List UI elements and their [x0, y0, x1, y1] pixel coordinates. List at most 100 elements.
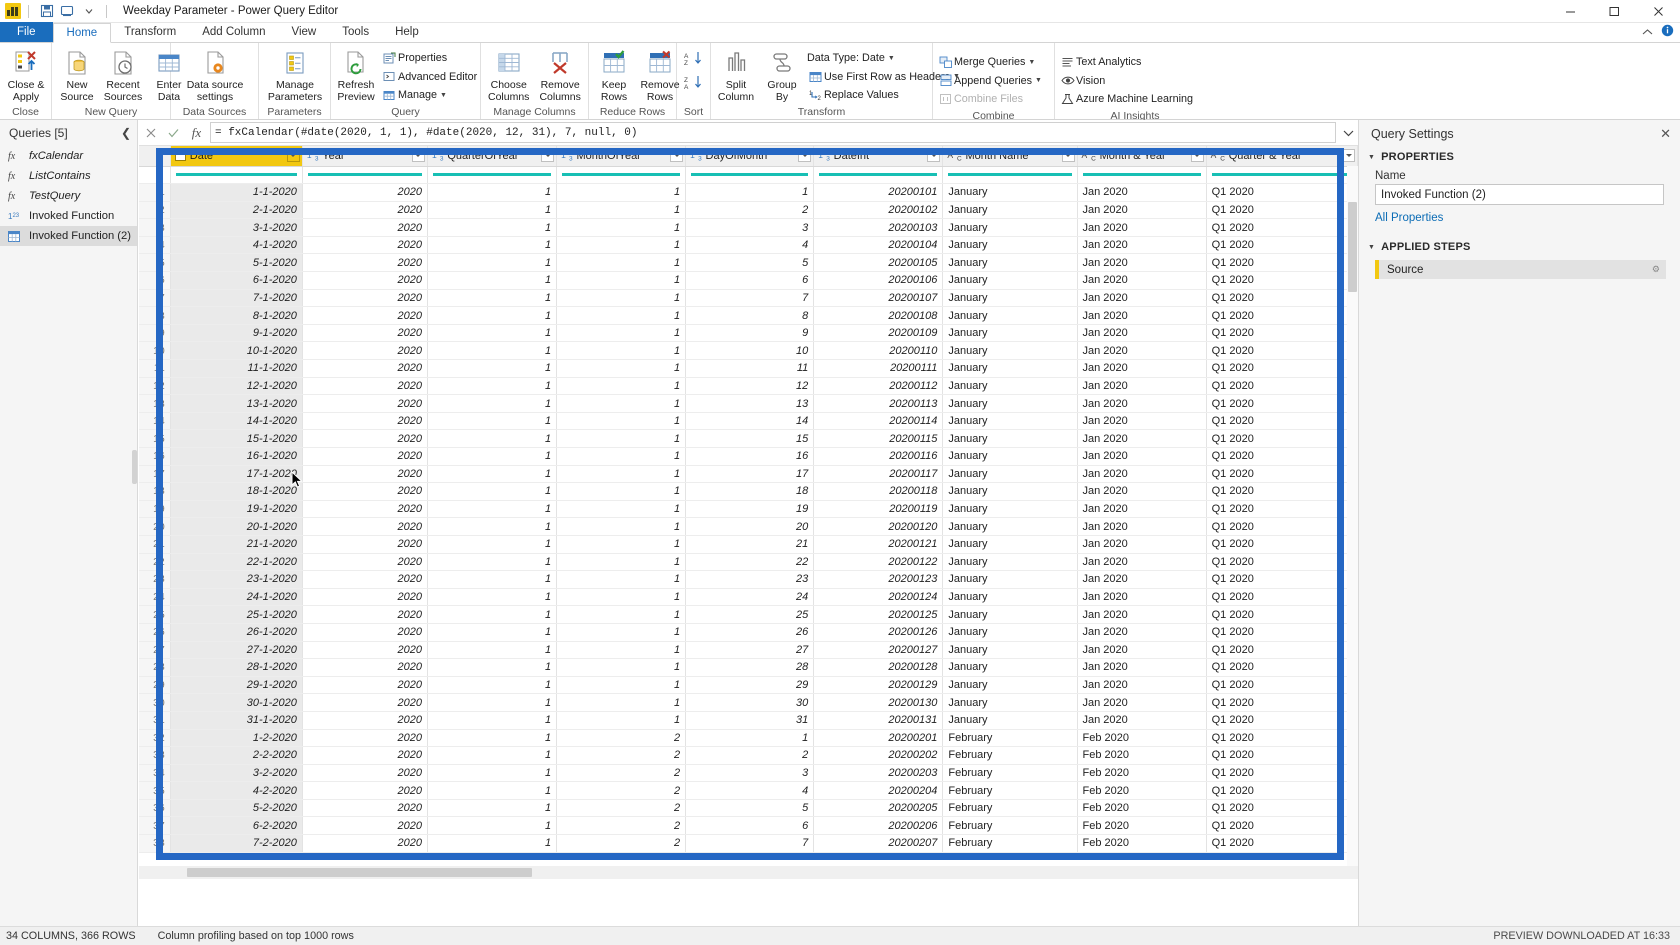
text-analytics-button[interactable]: Text Analytics	[1057, 53, 1197, 72]
remove-columns-button[interactable]: Remove Columns	[534, 47, 585, 103]
column-filter-dropdown[interactable]	[670, 149, 684, 163]
table-cell-monthofyear[interactable]: 1	[556, 465, 687, 484]
table-cell-date[interactable]: 23-1-2020	[170, 570, 303, 589]
pane-splitter-handle[interactable]	[132, 450, 137, 484]
table-cell-monthofyear[interactable]: 1	[556, 324, 687, 343]
table-cell-quarteryear[interactable]: Q1 2020	[1206, 535, 1358, 554]
table-cell-monthyear[interactable]: Jan 2020	[1077, 623, 1207, 642]
table-cell-monthyear[interactable]: Feb 2020	[1077, 764, 1207, 783]
table-cell-quarteryear[interactable]: Q1 2020	[1206, 641, 1358, 660]
table-row[interactable]: 20 20-1-2020 2020 1 1 20 20200120 January Jan 20…	[139, 517, 1358, 536]
table-cell-monthofyear[interactable]: 1	[556, 676, 687, 695]
table-cell-quarteryear[interactable]: Q1 2020	[1206, 412, 1358, 431]
table-cell-dayofmonth[interactable]: 6	[685, 816, 815, 836]
table-cell-date[interactable]: 5-2-2020	[170, 799, 303, 818]
table-cell-year[interactable]: 2020	[302, 693, 428, 712]
table-cell-monthofyear[interactable]: 2	[556, 729, 687, 748]
table-cell-dateint[interactable]: 20200119	[813, 500, 944, 519]
table-cell-quarteryear[interactable]: Q1 2020	[1206, 711, 1358, 730]
table-cell-date[interactable]: 12-1-2020	[170, 377, 303, 396]
table-cell-quarterofyear[interactable]: 1	[427, 359, 558, 378]
properties-section-header[interactable]: ▼ PROPERTIES	[1359, 148, 1680, 166]
table-cell-date[interactable]: 31-1-2020	[170, 711, 303, 730]
table-cell-monthname[interactable]: January	[942, 676, 1078, 695]
table-cell-dayofmonth[interactable]: 2	[685, 201, 815, 220]
table-cell-monthyear[interactable]: Jan 2020	[1077, 588, 1207, 607]
table-cell-quarteryear[interactable]: Q1 2020	[1206, 658, 1358, 677]
table-cell-date[interactable]: 26-1-2020	[170, 623, 303, 642]
maximize-button[interactable]	[1592, 0, 1636, 23]
table-cell-year[interactable]: 2020	[302, 341, 428, 361]
table-cell-dayofmonth[interactable]: 4	[685, 781, 815, 800]
table-cell-dayofmonth[interactable]: 7	[685, 289, 815, 308]
chevron-down-icon[interactable]	[1338, 121, 1358, 145]
table-cell-monthyear[interactable]: Jan 2020	[1077, 447, 1207, 466]
table-row[interactable]: 30 30-1-2020 2020 1 1 30 20200130 January Jan 20…	[139, 693, 1358, 712]
table-cell-dateint[interactable]: 20200115	[813, 429, 944, 448]
table-cell-monthyear[interactable]: Jan 2020	[1077, 271, 1207, 290]
table-cell-monthofyear[interactable]: 1	[556, 658, 687, 677]
table-cell-quarteryear[interactable]: Q1 2020	[1206, 359, 1358, 378]
table-row[interactable]: 16 16-1-2020 2020 1 1 16 20200116 January Jan 20…	[139, 447, 1358, 466]
table-cell-monthyear[interactable]: Jan 2020	[1077, 236, 1207, 255]
table-cell-dayofmonth[interactable]: 27	[685, 641, 815, 660]
table-cell-monthname[interactable]: January	[942, 517, 1078, 536]
table-cell-date[interactable]: 27-1-2020	[170, 641, 303, 660]
table-cell-quarteryear[interactable]: Q1 2020	[1206, 377, 1358, 396]
table-cell-quarterofyear[interactable]: 1	[427, 834, 558, 853]
table-cell-date[interactable]: 4-1-2020	[170, 236, 303, 255]
table-cell-monthname[interactable]: January	[942, 553, 1078, 572]
table-cell-quarterofyear[interactable]: 1	[427, 764, 558, 783]
manage-button[interactable]: Manage ▼	[379, 86, 481, 105]
table-cell-monthyear[interactable]: Jan 2020	[1077, 324, 1207, 343]
table-cell-monthyear[interactable]: Feb 2020	[1077, 729, 1207, 748]
table-cell-monthofyear[interactable]: 1	[556, 377, 687, 396]
table-cell-quarterofyear[interactable]: 1	[427, 377, 558, 396]
table-cell-quarterofyear[interactable]: 1	[427, 482, 558, 501]
table-cell-monthname[interactable]: January	[942, 482, 1078, 501]
close-icon[interactable]: ✕	[1660, 126, 1671, 142]
manage-parameters-button[interactable]: Manage Parameters	[261, 47, 329, 103]
table-row[interactable]: 37 6-2-2020 2020 1 2 6 20200206 February Feb 202…	[139, 816, 1358, 836]
table-row[interactable]: 27 27-1-2020 2020 1 1 27 20200127 January Jan 20…	[139, 641, 1358, 660]
table-cell-monthyear[interactable]: Jan 2020	[1077, 570, 1207, 589]
table-row[interactable]: 6 6-1-2020 2020 1 1 6 20200106 January Jan 2020 Q…	[139, 271, 1358, 290]
table-cell-quarterofyear[interactable]: 1	[427, 324, 558, 343]
table-cell-monthofyear[interactable]: 1	[556, 517, 687, 536]
table-cell-monthofyear[interactable]: 2	[556, 781, 687, 800]
table-cell-monthofyear[interactable]: 1	[556, 271, 687, 290]
table-cell-date[interactable]: 3-1-2020	[170, 218, 303, 237]
table-cell-quarterofyear[interactable]: 1	[427, 676, 558, 695]
gear-icon[interactable]: ⚙	[1652, 264, 1660, 275]
table-cell-dayofmonth[interactable]: 4	[685, 236, 815, 255]
table-cell-monthname[interactable]: January	[942, 588, 1078, 607]
table-cell-monthname[interactable]: February	[942, 764, 1078, 783]
table-cell-quarteryear[interactable]: Q1 2020	[1206, 271, 1358, 290]
table-row[interactable]: 32 1-2-2020 2020 1 2 1 20200201 February Feb 202…	[139, 729, 1358, 748]
table-cell-dayofmonth[interactable]: 29	[685, 676, 815, 695]
table-cell-date[interactable]: 6-1-2020	[170, 271, 303, 290]
table-cell-quarteryear[interactable]: Q1 2020	[1206, 623, 1358, 642]
table-cell-dateint[interactable]: 20200120	[813, 517, 944, 536]
table-cell-monthyear[interactable]: Jan 2020	[1077, 482, 1207, 501]
table-cell-dateint[interactable]: 20200130	[813, 693, 944, 712]
table-cell-year[interactable]: 2020	[302, 412, 428, 431]
table-cell-quarteryear[interactable]: Q1 2020	[1206, 289, 1358, 308]
table-cell-date[interactable]: 14-1-2020	[170, 412, 303, 431]
table-cell-year[interactable]: 2020	[302, 764, 428, 783]
table-cell-date[interactable]: 2-2-2020	[170, 746, 303, 765]
table-cell-dayofmonth[interactable]: 16	[685, 447, 815, 466]
table-cell-quarterofyear[interactable]: 1	[427, 465, 558, 484]
table-cell-monthyear[interactable]: Jan 2020	[1077, 412, 1207, 431]
table-cell-dateint[interactable]: 20200129	[813, 676, 944, 695]
table-cell-quarterofyear[interactable]: 1	[427, 236, 558, 255]
table-cell-quarteryear[interactable]: Q1 2020	[1206, 447, 1358, 466]
table-cell-monthname[interactable]: January	[942, 641, 1078, 660]
formula-input[interactable]: = fxCalendar(#date(2020, 1, 1), #date(20…	[210, 122, 1336, 143]
query-name-input[interactable]: Invoked Function (2)	[1375, 184, 1664, 205]
table-cell-date[interactable]: 25-1-2020	[170, 605, 303, 624]
table-cell-date[interactable]: 8-1-2020	[170, 306, 303, 325]
table-cell-dayofmonth[interactable]: 3	[685, 218, 815, 237]
query-item-invoked-function[interactable]: 123 Invoked Function	[0, 206, 137, 226]
append-queries-button[interactable]: Append Queries ▼	[935, 72, 1046, 91]
